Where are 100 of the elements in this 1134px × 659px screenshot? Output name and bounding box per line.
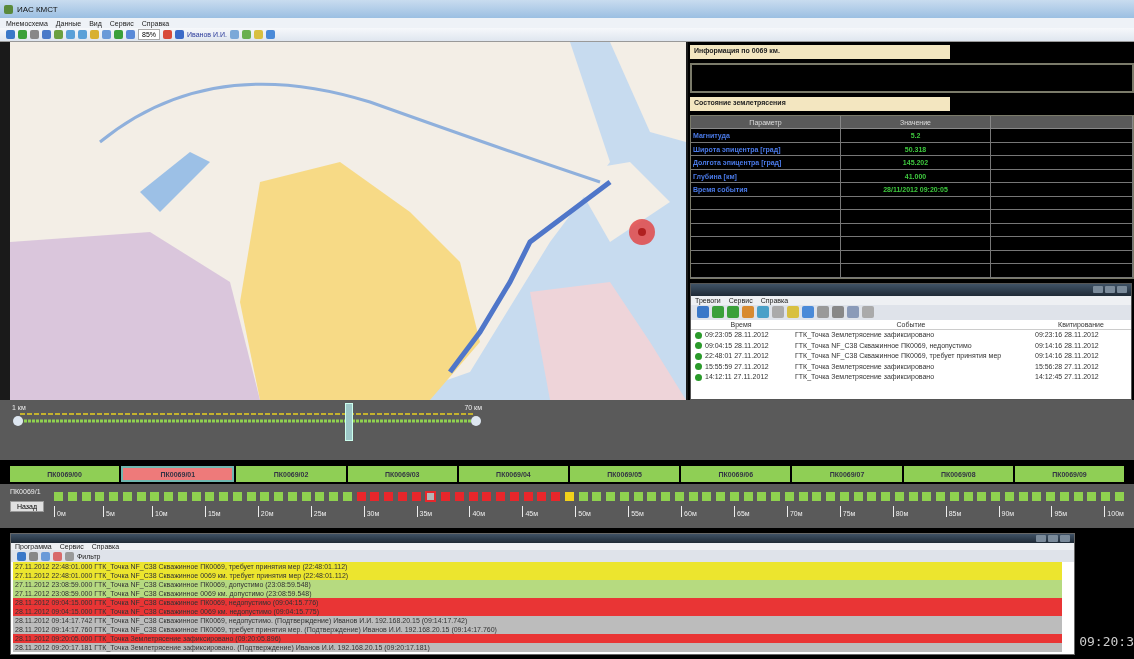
minimize-button[interactable] [1036, 535, 1047, 543]
status-dot-icon [695, 373, 702, 381]
status-cell[interactable] [688, 492, 698, 501]
status-cell[interactable] [329, 492, 338, 501]
status-cell[interactable] [894, 492, 904, 501]
status-cell[interactable] [1032, 492, 1042, 501]
track-thumb[interactable] [345, 403, 353, 441]
status-cell[interactable] [991, 492, 1000, 501]
status-cell[interactable] [411, 492, 421, 501]
status-cell[interactable] [441, 492, 450, 501]
status-cell[interactable] [356, 492, 366, 501]
status-cell[interactable] [509, 492, 519, 501]
status-cell[interactable] [342, 492, 352, 501]
toolbar-icon[interactable] [697, 306, 709, 318]
toolbar-icon[interactable] [802, 306, 814, 318]
status-cell[interactable] [315, 492, 325, 501]
status-cell[interactable] [219, 492, 228, 501]
status-cell[interactable] [564, 492, 574, 501]
status-cell[interactable] [109, 492, 118, 501]
status-cell[interactable] [853, 492, 863, 501]
status-cell[interactable] [482, 492, 492, 501]
status-cell[interactable] [232, 492, 242, 501]
status-cell[interactable] [1101, 492, 1110, 501]
status-cell[interactable] [812, 492, 822, 501]
status-cell[interactable] [397, 492, 407, 501]
status-cell[interactable] [274, 492, 283, 501]
toolbar-icon[interactable] [832, 306, 844, 318]
status-cell[interactable] [743, 492, 753, 501]
status-cell[interactable] [67, 492, 77, 501]
clock: 09:20:3 [1079, 634, 1134, 649]
status-cell[interactable] [1046, 492, 1055, 501]
status-cell[interactable] [122, 492, 132, 501]
close-button[interactable] [1060, 535, 1071, 543]
status-cell[interactable] [164, 492, 173, 501]
status-cell[interactable] [633, 492, 643, 501]
status-cell[interactable] [716, 492, 725, 501]
selected-cell[interactable] [425, 491, 437, 502]
status-cell[interactable] [287, 492, 297, 501]
status-cell[interactable] [1114, 492, 1124, 501]
status-cell[interactable] [647, 492, 657, 501]
status-cell[interactable] [384, 492, 393, 501]
status-cell[interactable] [729, 492, 739, 501]
status-cell[interactable] [606, 492, 615, 501]
toolbar-icon[interactable] [727, 306, 739, 318]
status-dot-icon [695, 363, 702, 371]
toolbar-icon[interactable] [772, 306, 784, 318]
status-cell[interactable] [826, 492, 835, 501]
status-cell[interactable] [839, 492, 849, 501]
status-cell[interactable] [977, 492, 987, 501]
status-cell[interactable] [150, 492, 160, 501]
status-cell[interactable] [454, 492, 464, 501]
status-cell[interactable] [523, 492, 533, 501]
status-cell[interactable] [674, 492, 684, 501]
status-cell[interactable] [370, 492, 380, 501]
status-cell[interactable] [177, 492, 187, 501]
toolbar-icon[interactable] [712, 306, 724, 318]
maximize-button[interactable] [1048, 535, 1059, 543]
status-cell[interactable] [578, 492, 588, 501]
status-cell[interactable] [661, 492, 670, 501]
status-cell[interactable] [784, 492, 794, 501]
status-cell[interactable] [1073, 492, 1083, 501]
status-cell[interactable] [881, 492, 890, 501]
status-cell[interactable] [1018, 492, 1028, 501]
status-cell[interactable] [592, 492, 602, 501]
app-icon [4, 4, 13, 14]
status-cell[interactable] [949, 492, 959, 501]
toolbar-icon[interactable] [757, 306, 769, 318]
status-dot-icon [695, 342, 702, 350]
status-cell[interactable] [867, 492, 877, 501]
status-cell[interactable] [619, 492, 629, 501]
status-cell[interactable] [54, 492, 63, 501]
toolbar-icon[interactable] [742, 306, 754, 318]
status-cell[interactable] [963, 492, 973, 501]
status-dot-icon [695, 331, 702, 339]
toolbar-icon[interactable] [847, 306, 859, 318]
status-cell[interactable] [205, 492, 215, 501]
toolbar-icon[interactable] [862, 306, 874, 318]
status-cell[interactable] [1059, 492, 1069, 501]
status-cell[interactable] [702, 492, 712, 501]
status-cell[interactable] [537, 492, 547, 501]
status-cell[interactable] [81, 492, 91, 501]
status-cell[interactable] [246, 492, 256, 501]
status-cell[interactable] [301, 492, 311, 501]
status-cell[interactable] [551, 492, 560, 501]
status-cell[interactable] [936, 492, 945, 501]
status-cell[interactable] [908, 492, 918, 501]
status-cell[interactable] [136, 492, 146, 501]
status-cell[interactable] [922, 492, 932, 501]
status-cell[interactable] [468, 492, 478, 501]
status-cell[interactable] [496, 492, 505, 501]
status-cell[interactable] [1004, 492, 1014, 501]
status-cell[interactable] [191, 492, 201, 501]
status-cell[interactable] [798, 492, 808, 501]
status-cell[interactable] [95, 492, 105, 501]
status-cell[interactable] [771, 492, 780, 501]
toolbar-icon[interactable] [817, 306, 829, 318]
status-cell[interactable] [260, 492, 270, 501]
status-cell[interactable] [757, 492, 767, 501]
status-dot-icon [695, 352, 702, 360]
status-cell[interactable] [1087, 492, 1097, 501]
